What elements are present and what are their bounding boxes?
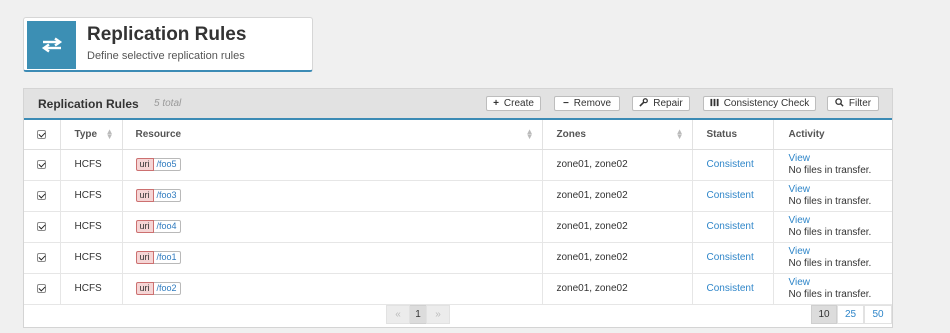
total-count: 5 total — [154, 98, 182, 109]
row-checkbox[interactable] — [37, 283, 47, 293]
view-activity-link[interactable]: View — [789, 246, 892, 258]
select-all-checkbox[interactable] — [37, 129, 47, 139]
page-size-50[interactable]: 50 — [864, 305, 892, 324]
view-activity-link[interactable]: View — [789, 215, 892, 227]
remove-label: Remove — [573, 98, 612, 109]
row-type: HCFS — [60, 149, 123, 181]
resource-path-link[interactable]: /foo3 — [153, 189, 181, 202]
row-type: HCFS — [60, 180, 123, 212]
create-label: Create — [503, 98, 534, 109]
row-resource: uri/foo5 — [122, 149, 543, 181]
panel-title: Replication Rules — [38, 97, 139, 111]
status-link[interactable]: Consistent — [707, 221, 754, 232]
resource-path-link[interactable]: /foo2 — [153, 282, 181, 295]
filter-button[interactable]: Filter — [827, 96, 879, 111]
column-label-activity: Activity — [788, 128, 825, 140]
activity-text: No files in transfer. — [788, 257, 872, 269]
row-checkbox[interactable] — [37, 252, 47, 262]
table-row[interactable]: HCFS uri/foo4 zone01, zone02 Consistent … — [24, 211, 892, 243]
page-title: Replication Rules — [87, 24, 247, 45]
uri-tag: uri — [135, 220, 154, 233]
panel-header: Replication Rules 5 total + Create − Rem… — [24, 89, 892, 120]
table-row[interactable]: HCFS uri/foo1 zone01, zone02 Consistent … — [24, 242, 892, 274]
table-row[interactable]: HCFS uri/foo3 zone01, zone02 Consistent … — [24, 180, 892, 212]
sort-icon: ▲ ▼ — [105, 127, 114, 141]
page-size-10[interactable]: 10 — [811, 305, 837, 324]
page-size-25[interactable]: 25 — [837, 305, 864, 324]
rules-table: Type ▲ ▼ Resource ▲ ▼ Zones ▲ ▼ Status Acti… — [24, 120, 892, 305]
wrench-icon — [639, 97, 649, 110]
view-activity-link[interactable]: View — [789, 153, 892, 165]
row-type: HCFS — [60, 242, 123, 274]
activity-text: No files in transfer. — [788, 164, 872, 176]
row-resource: uri/foo2 — [122, 273, 543, 305]
pagination-bar: « 1 » 10 25 50 — [24, 303, 892, 327]
uri-tag: uri — [135, 282, 154, 295]
row-resource: uri/foo3 — [122, 180, 543, 212]
consistency-check-label: Consistency Check — [723, 98, 810, 109]
uri-tag: uri — [135, 251, 154, 264]
columns-icon — [710, 98, 719, 110]
activity-text: No files in transfer. — [788, 288, 872, 300]
status-link[interactable]: Consistent — [707, 190, 754, 201]
table-header-row: Type ▲ ▼ Resource ▲ ▼ Zones ▲ ▼ Status Acti… — [24, 120, 892, 150]
page-header-card: Replication Rules Define selective repli… — [23, 17, 313, 72]
uri-tag: uri — [135, 158, 154, 171]
repair-label: Repair — [653, 98, 683, 109]
row-zones: zone01, zone02 — [542, 180, 693, 212]
activity-text: No files in transfer. — [788, 226, 872, 238]
row-zones: zone01, zone02 — [542, 273, 693, 305]
sort-icon: ▲ ▼ — [525, 127, 534, 141]
resource-path-link[interactable]: /foo1 — [153, 251, 181, 264]
view-activity-link[interactable]: View — [789, 277, 892, 289]
minus-icon: − — [562, 98, 569, 109]
prev-page-button[interactable]: « — [386, 305, 410, 324]
row-type: HCFS — [60, 211, 123, 243]
column-label-resource: Resource — [135, 128, 182, 140]
repair-button[interactable]: Repair — [632, 96, 690, 111]
next-page-button[interactable]: » — [426, 305, 450, 324]
row-checkbox[interactable] — [37, 159, 47, 169]
row-zones: zone01, zone02 — [542, 242, 693, 274]
activity-text: No files in transfer. — [788, 195, 872, 207]
status-link[interactable]: Consistent — [707, 283, 754, 294]
row-zones: zone01, zone02 — [542, 149, 693, 181]
row-type: HCFS — [60, 273, 123, 305]
uri-tag: uri — [135, 189, 154, 202]
table-row[interactable]: HCFS uri/foo5 zone01, zone02 Consistent … — [24, 149, 892, 181]
resource-path-link[interactable]: /foo5 — [153, 158, 181, 171]
row-zones: zone01, zone02 — [542, 211, 693, 243]
replication-arrows-icon — [27, 21, 76, 69]
replication-rules-panel: Replication Rules 5 total + Create − Rem… — [23, 88, 893, 328]
column-header-activity: Activity — [773, 120, 892, 150]
plus-icon: + — [493, 98, 499, 109]
column-label-zones: Zones — [556, 128, 586, 140]
column-header-status: Status — [692, 120, 774, 150]
column-header-type[interactable]: Type ▲ ▼ — [60, 120, 123, 150]
current-page[interactable]: 1 — [410, 305, 426, 324]
column-label-status: Status — [706, 128, 738, 140]
consistency-check-button[interactable]: Consistency Check — [703, 96, 816, 111]
sort-icon: ▲ ▼ — [675, 127, 684, 141]
row-checkbox[interactable] — [37, 190, 47, 200]
row-checkbox[interactable] — [37, 221, 47, 231]
create-button[interactable]: + Create — [486, 96, 541, 111]
remove-button[interactable]: − Remove — [554, 96, 620, 111]
row-resource: uri/foo1 — [122, 242, 543, 274]
resource-path-link[interactable]: /foo4 — [153, 220, 181, 233]
column-label-type: Type — [74, 128, 98, 140]
filter-label: Filter — [848, 98, 872, 109]
select-all-header — [24, 120, 61, 150]
table-row[interactable]: HCFS uri/foo2 zone01, zone02 Consistent … — [24, 273, 892, 305]
page-subtitle: Define selective replication rules — [87, 50, 245, 62]
column-header-resource[interactable]: Resource ▲ ▼ — [122, 120, 543, 150]
search-icon — [835, 97, 844, 110]
status-link[interactable]: Consistent — [707, 159, 754, 170]
row-resource: uri/foo4 — [122, 211, 543, 243]
column-header-zones[interactable]: Zones ▲ ▼ — [542, 120, 693, 150]
view-activity-link[interactable]: View — [789, 184, 892, 196]
status-link[interactable]: Consistent — [707, 252, 754, 263]
